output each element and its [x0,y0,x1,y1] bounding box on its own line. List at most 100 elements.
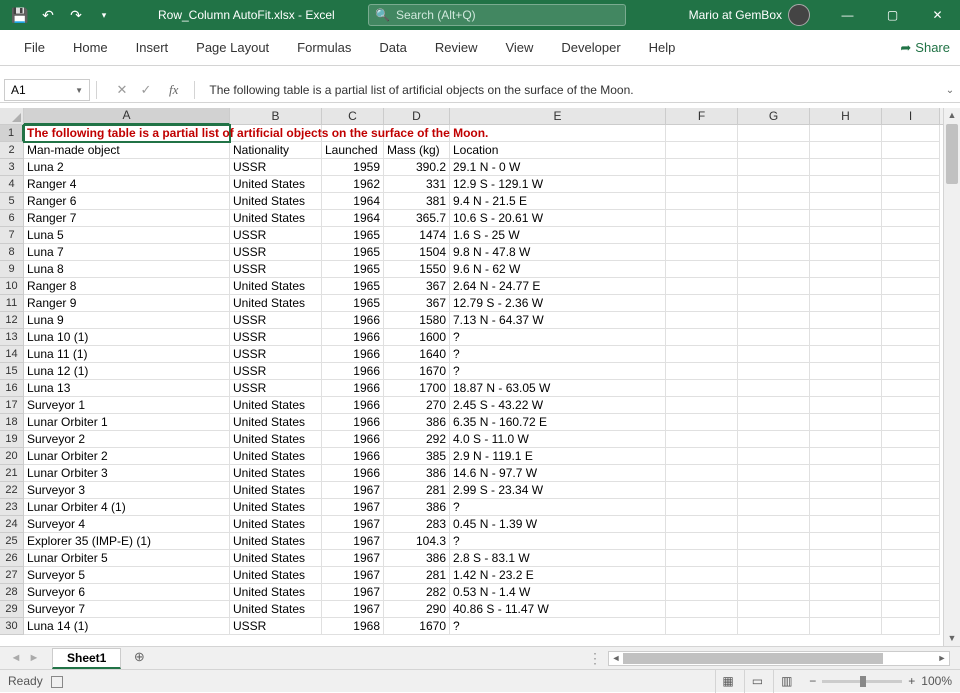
cell-empty[interactable] [882,346,940,363]
cell-location[interactable]: 0.45 N - 1.39 W [450,516,666,533]
cell-nationality[interactable]: United States [230,550,322,567]
cell-empty[interactable] [810,278,882,295]
cell-empty[interactable] [738,312,810,329]
cell-nationality[interactable]: United States [230,567,322,584]
cell-location[interactable]: 2.45 S - 43.22 W [450,397,666,414]
cell-nationality[interactable]: USSR [230,159,322,176]
cell-nationality[interactable]: United States [230,295,322,312]
cell-empty[interactable] [882,567,940,584]
column-header-F[interactable]: F [666,108,738,124]
tab-view[interactable]: View [491,30,547,66]
row-header[interactable]: 6 [0,210,24,227]
cell-launched[interactable]: 1967 [322,482,384,499]
row-header[interactable]: 13 [0,329,24,346]
cell-object[interactable]: Lunar Orbiter 2 [24,448,230,465]
formula-input[interactable]: The following table is a partial list of… [201,83,940,97]
vertical-scrollbar[interactable]: ▲ ▼ [943,108,960,646]
cell-mass[interactable]: 283 [384,516,450,533]
cell-empty[interactable] [738,431,810,448]
cell-nationality[interactable]: United States [230,278,322,295]
cell-empty[interactable] [738,278,810,295]
cell-empty[interactable] [738,176,810,193]
cell-object[interactable]: Surveyor 3 [24,482,230,499]
cell-nationality[interactable]: United States [230,533,322,550]
row-header[interactable]: 26 [0,550,24,567]
cell-nationality[interactable]: USSR [230,363,322,380]
cell-empty[interactable] [810,601,882,618]
cell-object[interactable]: Surveyor 1 [24,397,230,414]
cell-empty[interactable] [738,516,810,533]
cell-launched[interactable]: 1966 [322,329,384,346]
cell-mass[interactable]: 1474 [384,227,450,244]
cell-empty[interactable] [882,465,940,482]
cell-empty[interactable] [738,125,810,142]
save-icon[interactable]: 💾 [8,3,32,27]
column-header-I[interactable]: I [882,108,940,124]
cell-empty[interactable] [666,482,738,499]
cell-mass[interactable]: 282 [384,584,450,601]
row-header[interactable]: 3 [0,159,24,176]
cell-empty[interactable] [882,159,940,176]
cell-empty[interactable] [666,431,738,448]
column-header-B[interactable]: B [230,108,322,124]
cell-header[interactable]: Launched [322,142,384,159]
cell-location[interactable]: 2.99 S - 23.34 W [450,482,666,499]
cell-object[interactable]: Explorer 35 (IMP-E) (1) [24,533,230,550]
row-header[interactable]: 15 [0,363,24,380]
cell-nationality[interactable]: USSR [230,312,322,329]
cell-empty[interactable] [810,125,882,142]
cell-object[interactable]: Ranger 8 [24,278,230,295]
cell-empty[interactable] [810,295,882,312]
cell-object[interactable]: Ranger 4 [24,176,230,193]
normal-view-icon[interactable]: ▦ [715,670,741,693]
cell-empty[interactable] [882,499,940,516]
cell-object[interactable]: Luna 12 (1) [24,363,230,380]
tab-developer[interactable]: Developer [547,30,634,66]
cell-object[interactable]: Luna 13 [24,380,230,397]
cell-nationality[interactable]: United States [230,210,322,227]
cell-location[interactable]: 7.13 N - 64.37 W [450,312,666,329]
cell-empty[interactable] [882,312,940,329]
cell-mass[interactable]: 367 [384,278,450,295]
cell-empty[interactable] [666,295,738,312]
cell-location[interactable]: 9.6 N - 62 W [450,261,666,278]
row-header[interactable]: 22 [0,482,24,499]
cell-object[interactable]: Luna 10 (1) [24,329,230,346]
row-header[interactable]: 27 [0,567,24,584]
cell-empty[interactable] [810,397,882,414]
cell-empty[interactable] [738,533,810,550]
cell-object[interactable]: Luna 5 [24,227,230,244]
cancel-formula-icon[interactable]: ✕ [113,82,131,98]
scroll-right-icon[interactable]: ► [935,652,949,665]
cell-launched[interactable]: 1966 [322,465,384,482]
cell-empty[interactable] [738,550,810,567]
cell-empty[interactable] [882,125,940,142]
sheet-tab-active[interactable]: Sheet1 [52,648,121,669]
cell-launched[interactable]: 1967 [322,584,384,601]
column-header-D[interactable]: D [384,108,450,124]
cell-empty[interactable] [810,244,882,261]
cell-launched[interactable]: 1967 [322,533,384,550]
cell-empty[interactable] [666,261,738,278]
cell-object[interactable]: Luna 14 (1) [24,618,230,635]
close-button[interactable]: ✕ [915,0,960,30]
cell-mass[interactable]: 292 [384,431,450,448]
cell-location[interactable]: 9.8 N - 47.8 W [450,244,666,261]
cell-empty[interactable] [810,618,882,635]
cell-empty[interactable] [738,295,810,312]
user-account[interactable]: Mario at GemBox [689,4,810,26]
cell-nationality[interactable]: United States [230,193,322,210]
cell-header[interactable]: Mass (kg) [384,142,450,159]
cell-mass[interactable]: 281 [384,567,450,584]
row-header[interactable]: 25 [0,533,24,550]
row-header[interactable]: 2 [0,142,24,159]
cell-empty[interactable] [666,618,738,635]
cell-mass[interactable]: 386 [384,499,450,516]
tab-formulas[interactable]: Formulas [283,30,365,66]
cell-launched[interactable]: 1967 [322,567,384,584]
maximize-button[interactable]: ▢ [870,0,915,30]
cell-nationality[interactable]: United States [230,431,322,448]
cell-object[interactable]: Luna 9 [24,312,230,329]
cell-location[interactable]: ? [450,533,666,550]
cell-empty[interactable] [810,329,882,346]
